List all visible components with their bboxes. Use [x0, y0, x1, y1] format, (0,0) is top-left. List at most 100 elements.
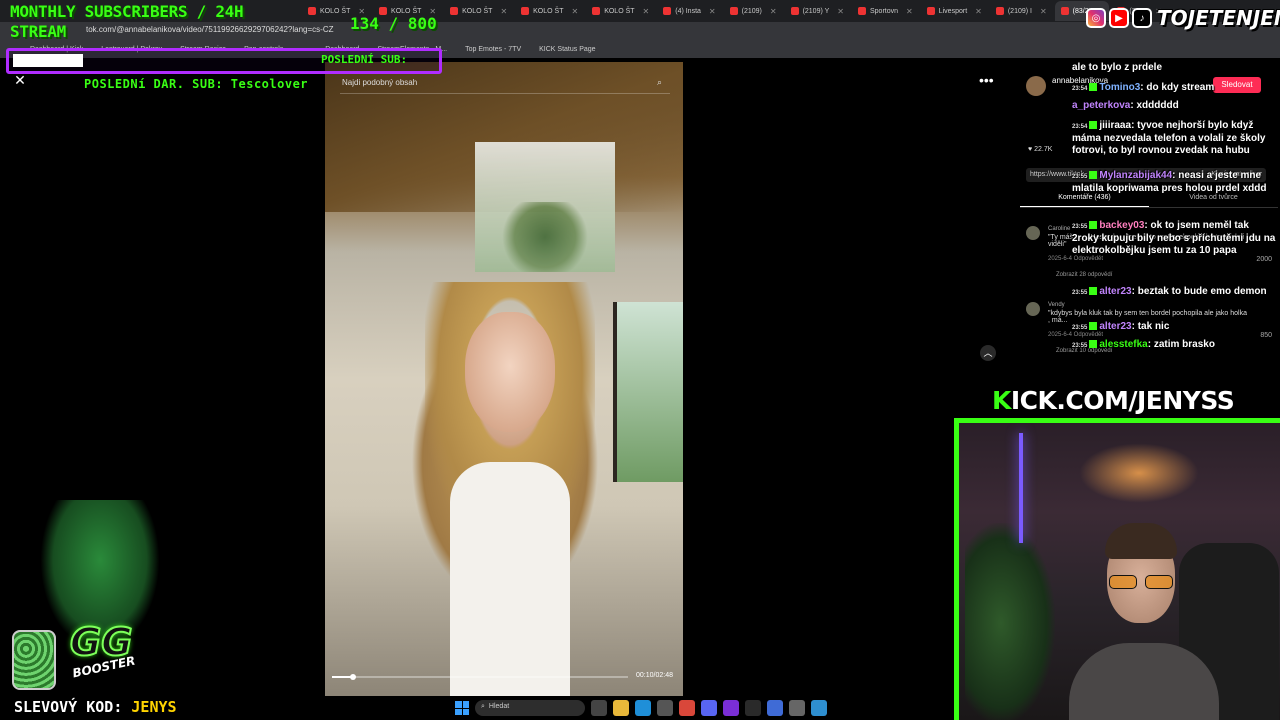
tiktok-icon: ♪	[1132, 8, 1152, 28]
bookmark-item[interactable]: KICK Status Page	[539, 46, 595, 53]
more-options-icon[interactable]: •••	[979, 72, 994, 88]
social-handle: TOJETENJENYS	[1157, 6, 1280, 30]
chrome-profile-icon[interactable]	[767, 700, 783, 716]
avatar[interactable]	[1026, 226, 1040, 240]
video-progress-bar[interactable]	[332, 674, 628, 680]
app-icon[interactable]	[723, 700, 739, 716]
search-icon[interactable]: ⌕	[657, 77, 662, 88]
last-sub-bar	[13, 54, 83, 67]
comment-author[interactable]: Caroline	[1048, 226, 1070, 232]
instagram-icon: ◎	[1086, 8, 1106, 28]
chat-text: : xdddddd	[1130, 100, 1179, 111]
tab-favicon-icon	[592, 7, 601, 15]
comment-like-count[interactable]: 2000	[1256, 256, 1272, 263]
close-tab-icon[interactable]: ✕	[643, 7, 650, 16]
browser-tab[interactable]: Sportovn ✕	[852, 1, 919, 21]
like-count[interactable]: ♥ 22.7K	[1028, 146, 1052, 153]
chrome-icon[interactable]	[679, 700, 695, 716]
kick-url-k: K	[992, 386, 1011, 415]
chat-text: : beztak to bude emo demon	[1131, 286, 1267, 297]
avatar[interactable]	[1026, 302, 1040, 316]
like-count-text: 22.7K	[1034, 146, 1053, 153]
terminal-icon[interactable]	[745, 700, 761, 716]
webcam-person-glasses	[1109, 575, 1173, 591]
browser-tab[interactable]: KOLO ŠT ✕	[515, 1, 584, 21]
booster-jar-image	[12, 630, 56, 690]
chat-badge-icon	[1089, 287, 1098, 296]
subs-goal-title: MONTHLY SUBSCRIBERS / 24H STREAM	[10, 2, 244, 42]
bookmark-item[interactable]: Top Emotes - 7TV	[465, 46, 521, 53]
search-icon: ⌕	[481, 703, 485, 710]
windows-start-icon[interactable]	[455, 701, 469, 715]
video-frame-window-top	[475, 142, 615, 272]
chat-message: 23:55 backey03: ok to jsem neměl tak 2rok…	[1072, 220, 1277, 257]
comment-author[interactable]: Vendy	[1048, 302, 1065, 308]
tab-favicon-icon	[790, 7, 799, 15]
file-explorer-icon[interactable]	[613, 700, 629, 716]
notepad-icon[interactable]	[811, 700, 827, 716]
tab-label: (2109) Y	[802, 7, 830, 15]
chat-timestamp: 23:55	[1072, 325, 1088, 331]
tab-favicon-icon	[995, 7, 1004, 15]
close-tab-icon[interactable]: ✕	[709, 7, 716, 16]
chat-message: 23:54 Tomino3: do kdy stream	[1072, 82, 1277, 95]
store-icon[interactable]	[657, 700, 673, 716]
chat-badge-icon	[1089, 121, 1098, 130]
tab-favicon-icon	[450, 7, 459, 15]
browser-tab[interactable]: Livesport ✕	[921, 1, 988, 21]
browser-tab[interactable]: (4) Insta ✕	[657, 1, 721, 21]
close-icon[interactable]: ✕	[12, 72, 28, 88]
kick-url-rest: ICK.COM/JENYSS	[1010, 386, 1235, 415]
close-tab-icon[interactable]: ✕	[906, 7, 913, 16]
chat-text: : tak nic	[1131, 321, 1170, 332]
browser-tab[interactable]: (2109) ✕	[724, 1, 783, 21]
video-player[interactable]	[325, 62, 683, 696]
chat-text: ale to bylo z prdele	[1072, 62, 1163, 73]
close-tab-icon[interactable]: ✕	[975, 7, 982, 16]
settings-icon[interactable]	[789, 700, 805, 716]
chevron-up-icon[interactable]: ︿	[980, 345, 996, 361]
tab-favicon-icon	[858, 7, 866, 15]
sponsor-booster-logo: GG BOOSTER	[10, 500, 170, 695]
video-search-input[interactable]: Najdi podobný obsah ⌕	[340, 76, 670, 94]
close-tab-icon[interactable]: ✕	[571, 7, 578, 16]
close-tab-icon[interactable]: ✕	[1040, 7, 1047, 16]
edge-icon[interactable]	[635, 700, 651, 716]
taskbar-search[interactable]: ⌕ Hledat	[475, 700, 585, 716]
tab-label: Sportovn	[870, 7, 899, 15]
tab-favicon-icon	[521, 7, 530, 15]
chat-message: 23:55 alesstefka: zatim brasko	[1072, 339, 1277, 352]
heart-icon[interactable]: ♥	[1028, 146, 1032, 153]
close-tab-icon[interactable]: ✕	[500, 7, 507, 16]
tab-favicon-icon	[729, 7, 738, 15]
chat-timestamp: 23:55	[1072, 343, 1088, 349]
video-search-placeholder: Najdi podobný obsah	[342, 78, 418, 87]
video-timecode: 00:10/02:48	[636, 672, 673, 679]
browser-tab[interactable]: (2109) I ✕	[990, 1, 1053, 21]
view-replies-link[interactable]: Zobrazit 28 odpovědí	[1056, 272, 1112, 278]
tab-label: (2109) I	[1007, 7, 1032, 15]
video-frame-face	[465, 312, 555, 432]
discord-icon[interactable]	[701, 700, 717, 716]
video-progress-handle[interactable]	[349, 674, 356, 680]
chat-username: a_peterkova	[1072, 100, 1131, 111]
windows-taskbar: ⌕ Hledat	[0, 698, 954, 720]
chat-username: jiiiraaa	[1099, 120, 1132, 131]
close-tab-icon[interactable]: ✕	[770, 7, 777, 16]
chat-text: : do kdy stream	[1140, 82, 1215, 93]
last-sub-box: POSLEDNÍ SUB:	[6, 48, 442, 74]
chat-username: backey03	[1099, 220, 1145, 231]
tab-favicon-icon	[663, 7, 672, 15]
author-avatar[interactable]	[1026, 76, 1046, 96]
webcam-neon-light	[1019, 433, 1023, 543]
close-tab-icon[interactable]: ✕	[837, 7, 844, 16]
browser-tab[interactable]: KOLO ŠT ✕	[586, 1, 655, 21]
chat-username: alesstefka	[1099, 339, 1148, 350]
youtube-icon: ▶	[1109, 8, 1129, 28]
task-view-icon[interactable]	[591, 700, 607, 716]
tab-label: KOLO ŠT	[533, 7, 564, 15]
tab-favicon-icon	[1060, 7, 1069, 15]
webcam-feed	[954, 418, 1280, 720]
browser-tab[interactable]: (2109) Y ✕	[785, 1, 850, 21]
browser-tab[interactable]: KOLO ŠT ✕	[444, 1, 513, 21]
